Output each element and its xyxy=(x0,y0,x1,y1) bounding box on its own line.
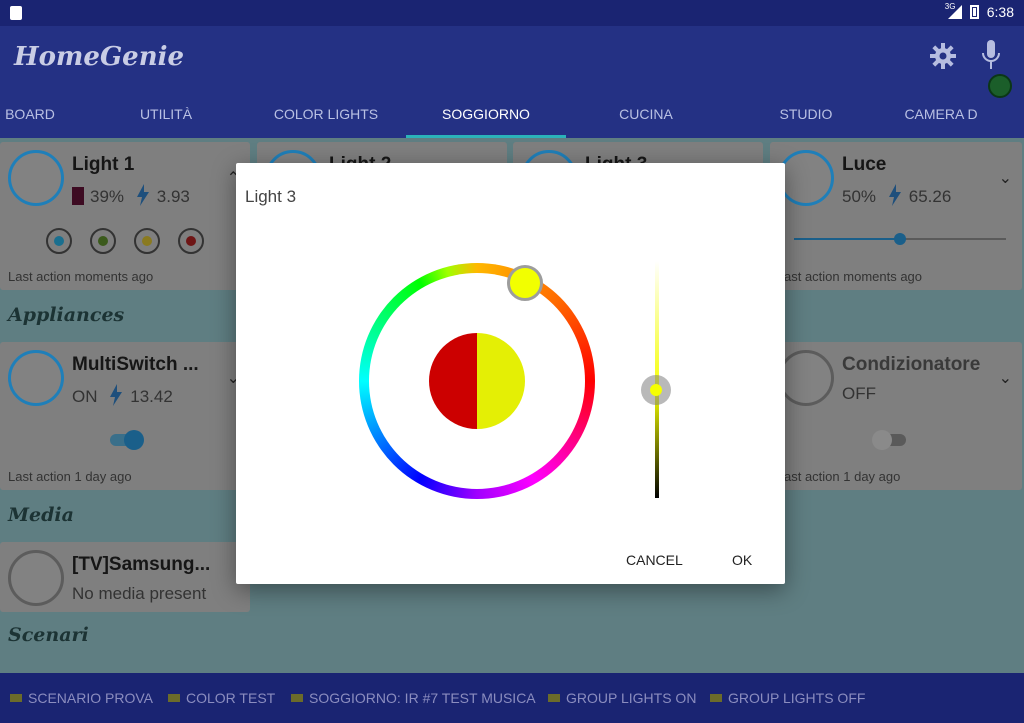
power-value: 65.26 xyxy=(908,187,952,206)
tab-bar: BOARD UTILITÀ COLOR LIGHTS SOGGIORNO CUC… xyxy=(0,96,1024,138)
power-value: 13.42 xyxy=(130,387,173,406)
hue-handle[interactable] xyxy=(507,265,543,301)
tab-studio[interactable]: STUDIO xyxy=(746,96,866,138)
lightbulb-icon xyxy=(778,150,834,206)
clock: 6:38 xyxy=(986,4,1014,20)
power-value: 3.93 xyxy=(156,187,190,206)
dialog-title: Light 3 xyxy=(245,187,297,206)
bolt-icon xyxy=(888,184,901,206)
status-indicator-icon xyxy=(988,74,1012,98)
toggle-switch[interactable] xyxy=(872,430,906,450)
section-media: Media xyxy=(8,504,74,526)
tab-soggiorno[interactable]: SOGGIORNO xyxy=(406,96,566,138)
bolt-icon xyxy=(110,384,123,406)
brightness-handle[interactable] xyxy=(641,375,671,405)
toggle-switch[interactable] xyxy=(110,430,144,450)
scenario-button[interactable]: GROUP LIGHTS ON xyxy=(548,690,696,706)
preset-red-button[interactable] xyxy=(178,228,204,254)
scenario-bar: SCENARIO PROVA COLOR TEST SOGGIORNO: IR … xyxy=(0,673,1024,723)
switch-icon xyxy=(8,350,64,406)
state-value: ON xyxy=(72,387,98,406)
signal-icon: 3G xyxy=(944,2,962,19)
preset-green-button[interactable] xyxy=(90,228,116,254)
card-light-1[interactable]: Light 1 39% 3.93 ⌃ Last action moments a… xyxy=(0,142,250,290)
chevron-icon[interactable]: ⌄ xyxy=(999,368,1012,388)
state-value: OFF xyxy=(842,384,876,403)
card-status: 50% 65.26 xyxy=(842,184,951,207)
preset-yellow-button[interactable] xyxy=(134,228,160,254)
bolt-icon xyxy=(136,184,149,206)
gear-icon[interactable] xyxy=(930,43,956,69)
preset-buttons xyxy=(46,228,204,254)
card-title: Luce xyxy=(842,154,887,175)
card-footer: ast action moments ago xyxy=(784,269,923,284)
fan-icon xyxy=(778,350,834,406)
tab-color-lights[interactable]: COLOR LIGHTS xyxy=(266,96,386,138)
tab-utilita[interactable]: UTILITÀ xyxy=(106,96,226,138)
scenario-button[interactable]: SCENARIO PROVA xyxy=(10,690,153,706)
media-status: No media present xyxy=(72,584,207,603)
card-title: [TV]Samsung... xyxy=(72,554,211,575)
level-value: 50% xyxy=(842,187,877,206)
color-picker-dialog: Light 3 CANCEL OK xyxy=(236,163,785,584)
bulb-icon xyxy=(8,150,64,206)
color-preview xyxy=(429,333,525,429)
card-multiswitch[interactable]: MultiSwitch ... ON 13.42 ⌄ Last action 1… xyxy=(0,342,250,490)
scenario-button[interactable]: COLOR TEST xyxy=(168,690,275,706)
app-title: HomeGenie xyxy=(14,42,185,72)
dimmer-slider[interactable] xyxy=(794,233,1006,245)
card-title: Light 1 xyxy=(72,154,135,175)
color-swatch xyxy=(72,187,84,205)
slider-thumb[interactable] xyxy=(894,233,906,245)
microphone-icon[interactable] xyxy=(981,40,1001,70)
scenario-button[interactable]: GROUP LIGHTS OFF xyxy=(710,690,865,706)
preset-blue-button[interactable] xyxy=(46,228,72,254)
battery-icon xyxy=(969,5,979,19)
card-title: MultiSwitch ... xyxy=(72,354,199,375)
status-bar: 3G 6:38 xyxy=(0,0,1024,26)
section-scenari: Scenari xyxy=(8,624,89,646)
tab-board[interactable]: BOARD xyxy=(0,96,60,138)
card-condizionatore[interactable]: Condizionatore OFF ⌄ ast action 1 day ag… xyxy=(770,342,1022,490)
card-luce[interactable]: Luce 50% 65.26 ⌄ ast action moments ago xyxy=(770,142,1022,290)
tv-icon xyxy=(8,550,64,606)
signal-label: 3G xyxy=(944,2,956,11)
card-status: 39% 3.93 xyxy=(72,184,190,207)
card-tv[interactable]: [TV]Samsung... No media present xyxy=(0,542,250,612)
ok-button[interactable]: OK xyxy=(732,552,752,568)
section-appliances: Appliances xyxy=(8,304,125,326)
card-footer: ast action 1 day ago xyxy=(784,469,901,484)
tab-cucina[interactable]: CUCINA xyxy=(586,96,706,138)
scenario-button[interactable]: SOGGIORNO: IR #7 TEST MUSICA xyxy=(291,690,536,706)
chevron-icon[interactable]: ⌄ xyxy=(999,168,1012,188)
sd-card-icon xyxy=(10,6,22,20)
card-status: ON 13.42 xyxy=(72,384,173,407)
cancel-button[interactable]: CANCEL xyxy=(626,552,683,568)
tab-camera[interactable]: CAMERA D xyxy=(896,96,986,138)
level-value: 39% xyxy=(90,187,125,206)
app-bar: HomeGenie BOARD UTILITÀ COLOR LIGHTS SOG… xyxy=(0,26,1024,138)
card-title: Condizionatore xyxy=(842,354,981,375)
card-footer: Last action 1 day ago xyxy=(8,469,132,484)
card-footer: Last action moments ago xyxy=(8,269,154,284)
